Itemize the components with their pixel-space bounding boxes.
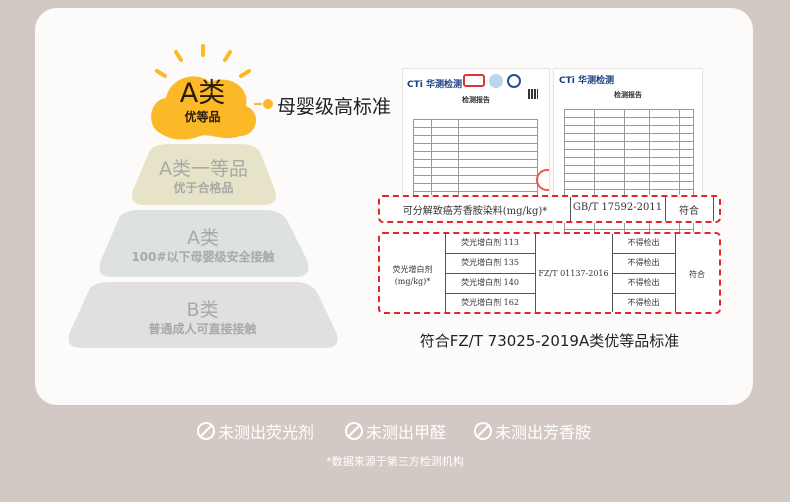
cti-logo: CTi 华测检测 bbox=[559, 76, 614, 86]
seal-stamp-icon bbox=[536, 169, 549, 191]
tier-title: A类 bbox=[187, 227, 219, 249]
top-tier-title: A类 bbox=[179, 78, 226, 109]
fluorescent-item: 荧光增白剂 (mg/kg)* bbox=[380, 264, 445, 288]
cnas-logo-icon bbox=[507, 74, 521, 88]
test-result: 符合 bbox=[679, 206, 699, 217]
tier-subtitle: 优于合格品 bbox=[173, 181, 234, 195]
tier-title: A类一等品 bbox=[159, 158, 248, 180]
doc-title: 检测报告 bbox=[462, 96, 490, 104]
test-value: 不得检出 bbox=[627, 298, 660, 307]
tier-title: B类 bbox=[186, 299, 219, 321]
test-value: 不得检出 bbox=[627, 278, 660, 287]
test-value: 不得检出 bbox=[627, 238, 660, 247]
sub-item: 荧光增白剂 135 bbox=[461, 258, 519, 267]
doc-title: 检测报告 bbox=[614, 91, 642, 99]
top-tier-subtitle: 优等品 bbox=[184, 110, 221, 124]
report-document-1: CTi 华测检测 检测报告 bbox=[402, 68, 550, 203]
badge-no-formaldehyde: 未测出甲醛 bbox=[345, 419, 446, 443]
sun-rays-icon bbox=[155, 44, 251, 78]
badge-label: 未测出荧光剂 bbox=[218, 423, 315, 442]
test-standard: GB/T 17592-2011 bbox=[572, 202, 663, 213]
badge-no-aromatic-amine: 未测出芳香胺 bbox=[474, 419, 591, 443]
prohibited-icon bbox=[474, 422, 492, 440]
prohibited-icon bbox=[345, 422, 363, 440]
test-item: 可分解致癌芳香胺染料(mg/kg)* bbox=[402, 206, 548, 217]
cti-logo: CTi 华测检测 bbox=[407, 80, 462, 90]
aromatic-amine-row: 可分解致癌芳香胺染料(mg/kg)* GB/T 17592-2011 符合 bbox=[378, 195, 721, 223]
test-unit: (mg/kg)* bbox=[394, 277, 431, 286]
prohibited-icon bbox=[197, 422, 215, 440]
badge-label: 未测出甲醛 bbox=[366, 423, 447, 442]
cma-logo-icon bbox=[463, 74, 485, 87]
test-value: 不得检出 bbox=[627, 258, 660, 267]
test-result: 符合 bbox=[689, 270, 705, 279]
badge-label: 未测出芳香胺 bbox=[495, 423, 592, 442]
ilac-logo-icon bbox=[489, 74, 503, 88]
badge-no-fluorescent: 未测出荧光剂 bbox=[197, 419, 314, 443]
sub-item: 荧光增白剂 162 bbox=[461, 298, 519, 307]
callout-dot bbox=[263, 99, 273, 109]
test-item: 荧光增白剂 bbox=[392, 265, 433, 274]
top-tier-label: A类 优等品 bbox=[165, 80, 240, 125]
tier-subtitle: 100#以下母婴级安全接触 bbox=[131, 250, 275, 264]
source-note: *数据来源于第三方检测机构 bbox=[326, 455, 464, 468]
sub-item: 荧光增白剂 140 bbox=[461, 278, 519, 287]
sub-item: 荧光增白剂 113 bbox=[461, 238, 519, 247]
tier-subtitle: 普通成人可直接接触 bbox=[148, 322, 257, 336]
test-standard: FZ/T 01137-2016 bbox=[538, 269, 609, 278]
standard-caption: 符合FZ/T 73025-2019A类优等品标准 bbox=[419, 332, 680, 350]
callout-text: 母婴级高标准 bbox=[277, 96, 392, 118]
fluorescent-agent-rows: 荧光增白剂 (mg/kg)* 荧光增白剂 113 荧光增白剂 135 荧光增白剂… bbox=[378, 232, 721, 314]
